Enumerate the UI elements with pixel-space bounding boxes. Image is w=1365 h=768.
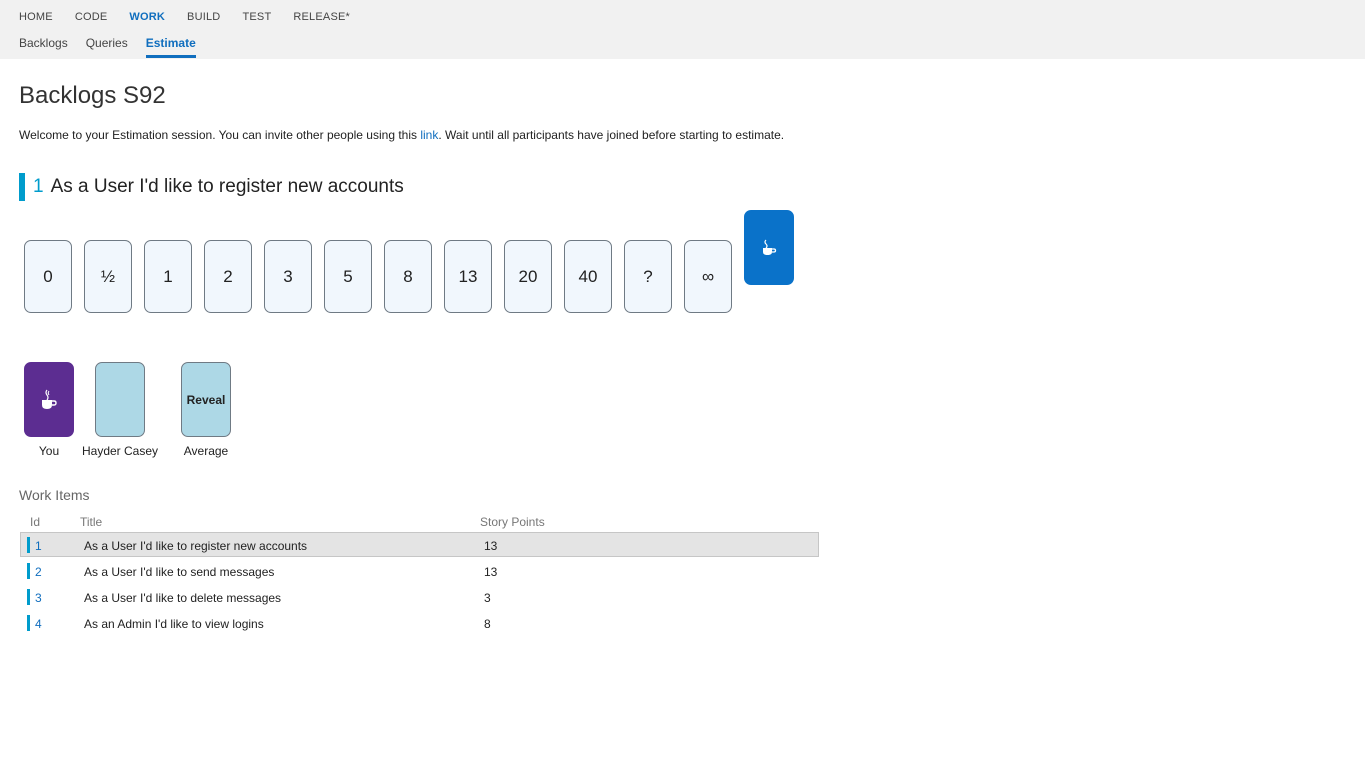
estimate-card-half[interactable]: ½ (84, 240, 132, 313)
estimate-card-infinity[interactable]: ∞ (684, 240, 732, 313)
grid-header: Id Title Story Points (20, 512, 819, 532)
column-header-id[interactable]: Id (30, 515, 40, 529)
welcome-text-start: Welcome to your Estimation session. You … (19, 128, 421, 142)
row-title: As a User I'd like to delete messages (84, 591, 282, 605)
participant-card-you (24, 362, 74, 437)
estimate-card-1[interactable]: 1 (144, 240, 192, 313)
estimate-card-3[interactable]: 3 (264, 240, 312, 313)
tab-estimate[interactable]: Estimate (145, 36, 196, 58)
nav-build[interactable]: BUILD (187, 11, 220, 23)
participant-label-you: You (38, 444, 60, 458)
row-color-bar (27, 537, 30, 553)
nav-release[interactable]: RELEASE* (293, 11, 350, 23)
participant-label-average: Average (183, 444, 229, 458)
coffee-icon (42, 389, 57, 409)
coffee-icon (763, 239, 777, 255)
work-item-color-bar (19, 173, 25, 201)
work-items-heading: Work Items (19, 487, 90, 503)
column-header-story-points[interactable]: Story Points (480, 515, 545, 529)
reveal-button[interactable]: Reveal (181, 362, 231, 437)
row-title: As a User I'd like to register new accou… (84, 539, 308, 553)
welcome-text-end: . Wait until all participants have joine… (438, 128, 785, 142)
estimate-card-20[interactable]: 20 (504, 240, 552, 313)
row-color-bar (27, 589, 30, 605)
table-row[interactable]: 3 As a User I'd like to delete messages … (20, 584, 819, 609)
nav-code[interactable]: CODE (75, 11, 108, 23)
nav-home[interactable]: HOME (19, 11, 53, 23)
table-row[interactable]: 2 As a User I'd like to send messages 13 (20, 558, 819, 583)
estimate-card-0[interactable]: 0 (24, 240, 72, 313)
row-id[interactable]: 3 (35, 591, 42, 605)
row-story-points: 13 (484, 565, 498, 579)
tab-queries[interactable]: Queries (86, 36, 128, 58)
nav-test[interactable]: TEST (242, 11, 271, 23)
tab-backlogs[interactable]: Backlogs (19, 36, 68, 58)
row-id[interactable]: 1 (35, 539, 42, 553)
page-title: Backlogs S92 (19, 82, 166, 109)
estimate-card-unknown[interactable]: ? (624, 240, 672, 313)
work-items-grid: Id Title Story Points 1 As a User I'd li… (20, 512, 819, 636)
row-title: As an Admin I'd like to view logins (84, 617, 264, 631)
table-row[interactable]: 1 As a User I'd like to register new acc… (20, 532, 819, 557)
row-story-points: 13 (484, 539, 498, 553)
row-id[interactable]: 2 (35, 565, 42, 579)
row-story-points: 3 (484, 591, 491, 605)
welcome-text: Welcome to your Estimation session. You … (19, 128, 784, 142)
current-work-item-id[interactable]: 1 (33, 176, 44, 198)
estimate-card-8[interactable]: 8 (384, 240, 432, 313)
estimate-card-coffee[interactable] (744, 210, 794, 285)
row-color-bar (27, 563, 30, 579)
row-title: As a User I'd like to send messages (84, 565, 275, 579)
estimate-card-13[interactable]: 13 (444, 240, 492, 313)
participant-card-hayder-casey (95, 362, 145, 437)
sub-nav: Backlogs Queries Estimate (19, 36, 214, 58)
column-header-title[interactable]: Title (80, 515, 102, 529)
participant-label-hayder-casey: Hayder Casey (81, 444, 159, 458)
row-color-bar (27, 615, 30, 631)
estimate-card-40[interactable]: 40 (564, 240, 612, 313)
current-work-item-title: As a User I'd like to register new accou… (50, 176, 404, 197)
hub-nav: HOME CODE WORK BUILD TEST RELEASE* (19, 11, 372, 23)
table-row[interactable]: 4 As an Admin I'd like to view logins 8 (20, 610, 819, 635)
row-story-points: 8 (484, 617, 491, 631)
estimate-card-5[interactable]: 5 (324, 240, 372, 313)
invite-link[interactable]: link (420, 128, 438, 142)
top-navigation-bar: HOME CODE WORK BUILD TEST RELEASE* Backl… (0, 0, 1365, 59)
nav-work[interactable]: WORK (129, 11, 165, 23)
current-work-item-header: 1 As a User I'd like to register new acc… (19, 173, 404, 201)
row-id[interactable]: 4 (35, 617, 42, 631)
estimate-card-2[interactable]: 2 (204, 240, 252, 313)
